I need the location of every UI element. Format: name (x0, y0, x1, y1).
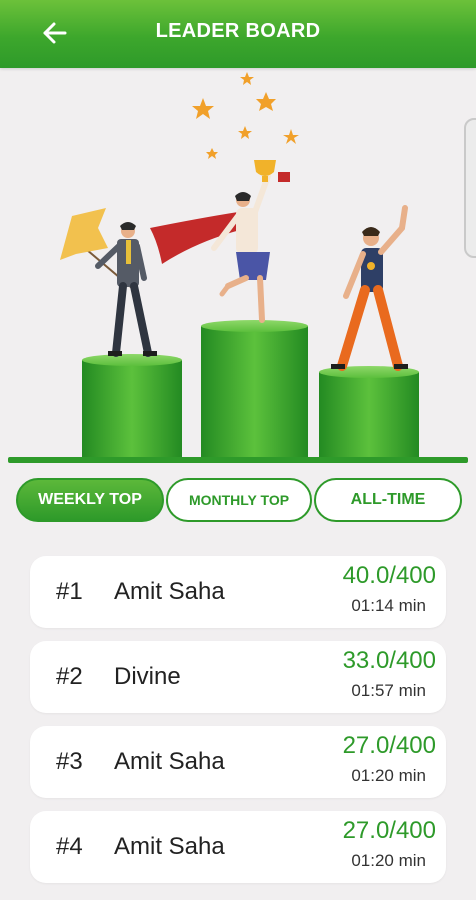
rank-label: #3 (56, 748, 83, 775)
tab-all-time[interactable]: ALL-TIME (314, 478, 462, 522)
tab-weekly-top[interactable]: WEEKLY TOP (16, 478, 164, 522)
tab-monthly-top[interactable]: MONTHLY TOP (166, 478, 312, 522)
rank-label: #2 (56, 663, 83, 690)
player-name: Amit Saha (114, 578, 225, 605)
man-with-flag-figure (60, 208, 157, 357)
player-name: Amit Saha (114, 833, 225, 860)
time-value: 01:20 min (351, 851, 426, 870)
score-value: 27.0/400 (342, 732, 436, 759)
page-title: LEADER BOARD (155, 20, 321, 42)
score-value: 33.0/400 (342, 647, 436, 674)
list-item[interactable]: #4 Amit Saha 27.0/400 01:20 min (30, 811, 446, 883)
app-bar: LEADER BOARD (0, 0, 476, 68)
player-name: Amit Saha (114, 748, 225, 775)
leaderboard-screen: LEADER BOARD WEEKLY TOP MONTHLY TOP ALL-… (0, 0, 476, 900)
time-value: 01:14 min (351, 596, 426, 615)
period-tabs: WEEKLY TOP MONTHLY TOP ALL-TIME (16, 478, 462, 526)
time-value: 01:20 min (351, 766, 426, 785)
player-name: Divine (114, 663, 181, 690)
list-item[interactable]: #1 Amit Saha 40.0/400 01:14 min (30, 556, 446, 628)
rank-label: #1 (56, 578, 83, 605)
score-value: 27.0/400 (342, 817, 436, 844)
woman-with-trophy-figure (150, 160, 290, 323)
rank-label: #4 (56, 833, 83, 860)
list-item[interactable]: #2 Divine 33.0/400 01:57 min (30, 641, 446, 713)
star-icon (192, 72, 299, 159)
list-item[interactable]: #3 Amit Saha 27.0/400 01:20 min (30, 726, 446, 798)
podium-winners-illustration (0, 68, 476, 468)
man-cheering-figure (331, 205, 408, 371)
score-value: 40.0/400 (342, 562, 436, 589)
time-value: 01:57 min (351, 681, 426, 700)
